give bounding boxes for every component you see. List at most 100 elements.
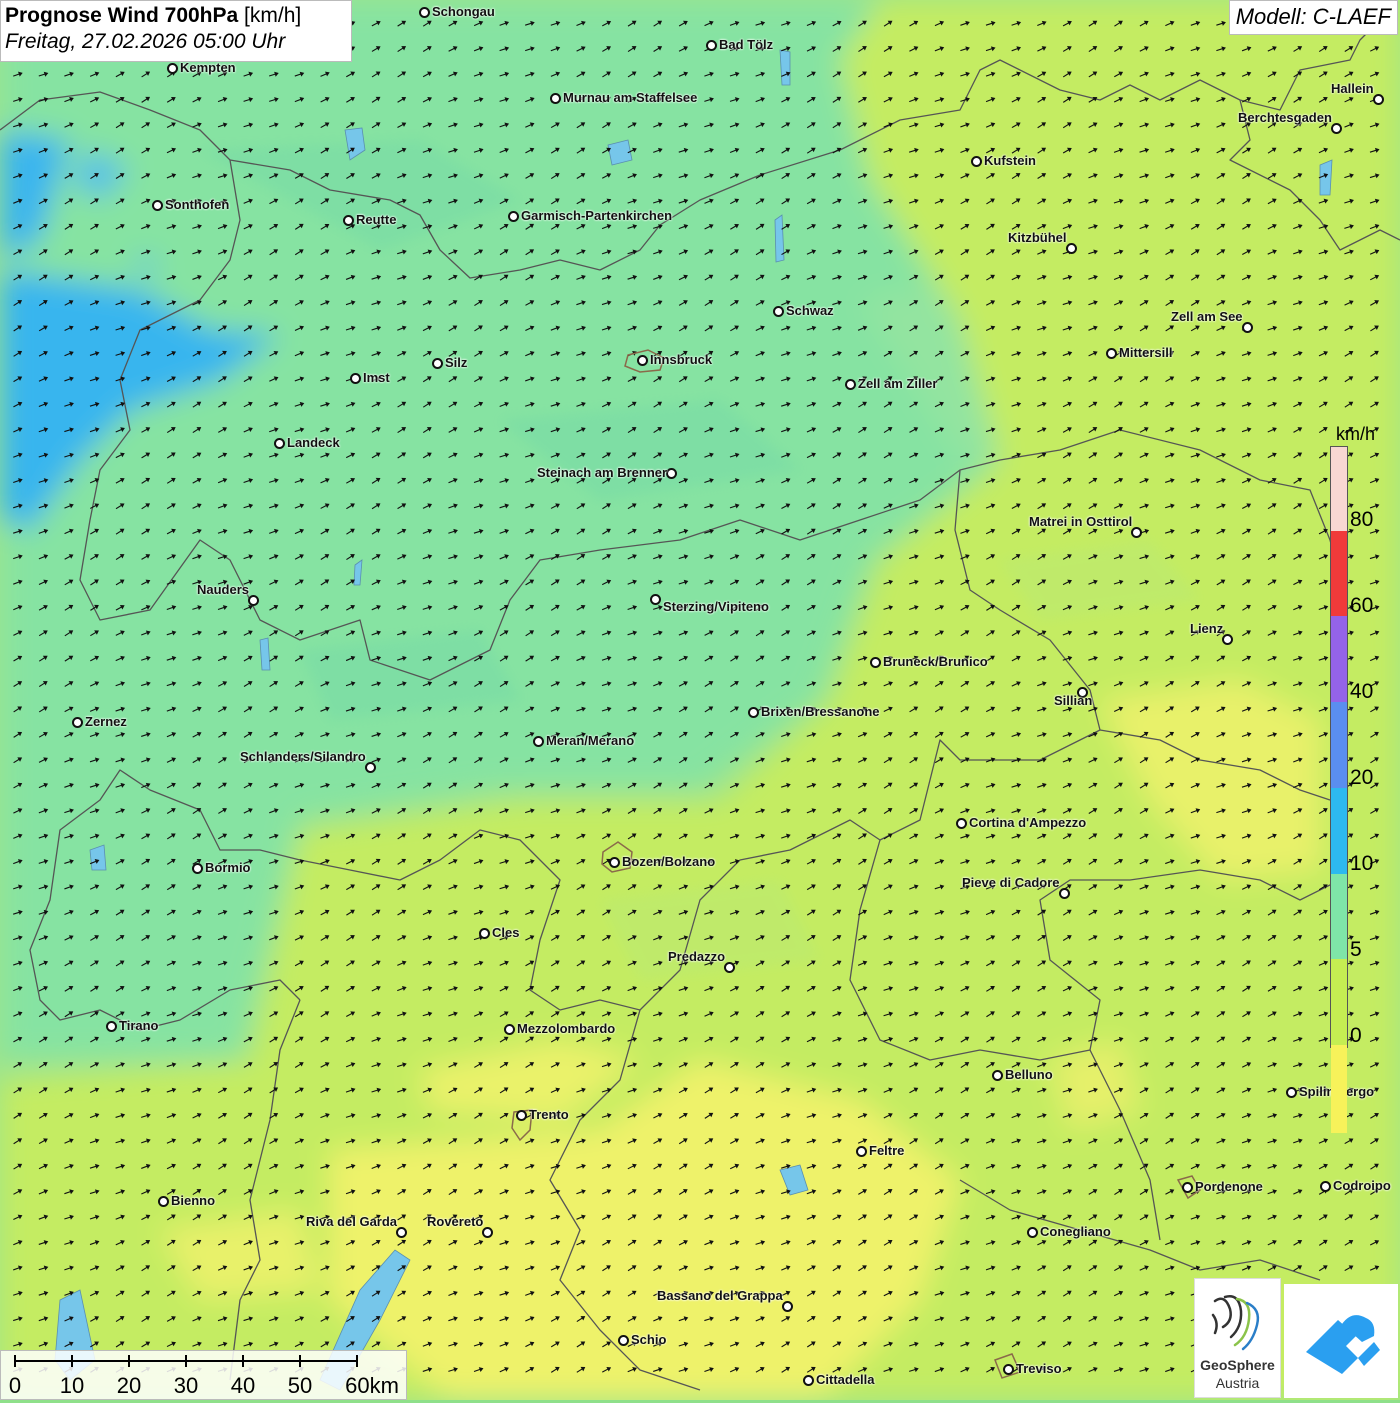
city-label-brixen: Brixen/Bressanone	[761, 704, 880, 719]
city-marker-pordenone[interactable]	[1182, 1182, 1193, 1193]
city-marker-innsbruck[interactable]	[637, 355, 648, 366]
city-marker-landeck[interactable]	[274, 438, 285, 449]
city-marker-feltre[interactable]	[856, 1146, 867, 1157]
city-marker-schlanders[interactable]	[365, 762, 376, 773]
city-label-zernez: Zernez	[85, 714, 127, 729]
city-marker-conegliano[interactable]	[1027, 1227, 1038, 1238]
city-marker-sterzing[interactable]	[650, 594, 661, 605]
city-marker-bad-toelz[interactable]	[706, 40, 717, 51]
city-marker-nauders[interactable]	[248, 595, 259, 606]
legend-color-bar	[1330, 446, 1348, 1048]
city-marker-bormio[interactable]	[192, 863, 203, 874]
city-label-nauders: Nauders	[197, 582, 249, 597]
city-label-reutte: Reutte	[356, 212, 396, 227]
city-marker-cles[interactable]	[479, 928, 490, 939]
city-marker-silz[interactable]	[432, 358, 443, 369]
city-label-sterzing: Sterzing/Vipiteno	[663, 599, 769, 614]
city-label-treviso: Treviso	[1016, 1361, 1062, 1376]
geosphere-name: GeoSphere	[1195, 1357, 1280, 1373]
scale-label: 10	[60, 1373, 84, 1399]
city-marker-cortina[interactable]	[956, 818, 967, 829]
city-label-bad-toelz: Bad Tölz	[719, 37, 773, 52]
city-label-zell-am-ziller: Zell am Ziller	[858, 376, 937, 391]
city-marker-imst[interactable]	[350, 373, 361, 384]
legend-tick-label: 40	[1350, 680, 1373, 704]
legend-tick-label: 80	[1350, 508, 1373, 532]
city-marker-belluno[interactable]	[992, 1070, 1003, 1081]
city-label-predazzo: Predazzo	[668, 949, 725, 964]
city-marker-zernez[interactable]	[72, 717, 83, 728]
city-marker-zell-am-see[interactable]	[1242, 322, 1253, 333]
city-marker-bozen[interactable]	[609, 857, 620, 868]
city-marker-cittadella[interactable]	[803, 1375, 814, 1386]
city-marker-brixen[interactable]	[748, 707, 759, 718]
city-marker-reutte[interactable]	[343, 215, 354, 226]
geosphere-sub: Austria	[1195, 1375, 1280, 1391]
scale-label: 30	[174, 1373, 198, 1399]
city-label-bassano: Bassano del Grappa	[657, 1288, 783, 1303]
city-marker-berchtesgaden[interactable]	[1331, 123, 1342, 134]
city-label-innsbruck: Innsbruck	[650, 352, 712, 367]
city-marker-codroipo[interactable]	[1320, 1181, 1331, 1192]
geosphere-logo: GeoSphere Austria	[1194, 1278, 1281, 1398]
scale-bar: 0102030405060km	[0, 1350, 407, 1400]
city-marker-kitzbuehel[interactable]	[1066, 243, 1077, 254]
city-label-lienz: Lienz	[1190, 621, 1223, 636]
scale-label: 50	[288, 1373, 312, 1399]
city-marker-kufstein[interactable]	[971, 156, 982, 167]
weather-app-icon	[1284, 1284, 1398, 1398]
city-label-steinach: Steinach am Brenner	[537, 465, 667, 480]
city-marker-sonthofen[interactable]	[152, 200, 163, 211]
city-marker-schwaz[interactable]	[773, 306, 784, 317]
city-label-belluno: Belluno	[1005, 1067, 1053, 1082]
forecast-datetime: Freitag, 27.02.2026 05:00 Uhr	[5, 30, 351, 54]
city-marker-garmisch[interactable]	[508, 211, 519, 222]
city-marker-schongau[interactable]	[419, 7, 430, 18]
map-title: Prognose Wind 700hPa [km/h]	[5, 4, 351, 28]
city-marker-bienno[interactable]	[158, 1196, 169, 1207]
city-marker-mezzolombardo[interactable]	[504, 1024, 515, 1035]
scale-label: 60km	[345, 1373, 399, 1399]
city-marker-treviso[interactable]	[1003, 1364, 1014, 1375]
city-label-sonthofen: Sonthofen	[165, 197, 229, 212]
city-label-bienno: Bienno	[171, 1193, 215, 1208]
city-marker-zell-am-ziller[interactable]	[845, 379, 856, 390]
model-label: Modell: C-LAEF	[1229, 0, 1398, 35]
city-label-bormio: Bormio	[205, 860, 251, 875]
city-marker-steinach[interactable]	[666, 468, 677, 479]
city-marker-meran[interactable]	[533, 736, 544, 747]
city-marker-murnau[interactable]	[550, 93, 561, 104]
city-marker-schio[interactable]	[618, 1335, 629, 1346]
city-marker-matrei[interactable]	[1131, 527, 1142, 538]
city-label-matrei: Matrei in Osttirol	[1029, 514, 1132, 529]
city-label-bozen: Bozen/Bolzano	[622, 854, 715, 869]
city-label-landeck: Landeck	[287, 435, 340, 450]
city-marker-mittersill[interactable]	[1106, 348, 1117, 359]
weather-app-logo	[1284, 1284, 1398, 1398]
scale-label: 20	[117, 1373, 141, 1399]
city-label-kitzbuehel: Kitzbühel	[1008, 230, 1067, 245]
city-label-cittadella: Cittadella	[816, 1372, 875, 1387]
city-label-cles: Cles	[492, 925, 519, 940]
city-marker-lienz[interactable]	[1222, 634, 1233, 645]
city-marker-hallein[interactable]	[1373, 94, 1384, 105]
city-marker-predazzo[interactable]	[724, 962, 735, 973]
city-marker-spilimbergo[interactable]	[1286, 1087, 1297, 1098]
city-marker-trento[interactable]	[516, 1110, 527, 1121]
city-label-berchtesgaden: Berchtesgaden	[1238, 110, 1332, 125]
city-marker-bassano[interactable]	[782, 1301, 793, 1312]
city-marker-riva[interactable]	[396, 1227, 407, 1238]
city-marker-rovereto[interactable]	[482, 1227, 493, 1238]
city-marker-kempten[interactable]	[167, 63, 178, 74]
legend-segment	[1331, 959, 1347, 1045]
city-label-cortina: Cortina d'Ampezzo	[969, 815, 1086, 830]
city-label-imst: Imst	[363, 370, 390, 385]
city-marker-bruneck[interactable]	[870, 657, 881, 668]
city-marker-pieve[interactable]	[1059, 888, 1070, 899]
city-label-rovereto: Rovereto	[427, 1214, 483, 1229]
city-marker-tirano[interactable]	[106, 1021, 117, 1032]
scale-label: 0	[9, 1373, 21, 1399]
city-label-pieve: Pieve di Cadore	[962, 875, 1060, 890]
city-label-mittersill: Mittersill	[1119, 345, 1172, 360]
city-label-bruneck: Bruneck/Brunico	[883, 654, 988, 669]
